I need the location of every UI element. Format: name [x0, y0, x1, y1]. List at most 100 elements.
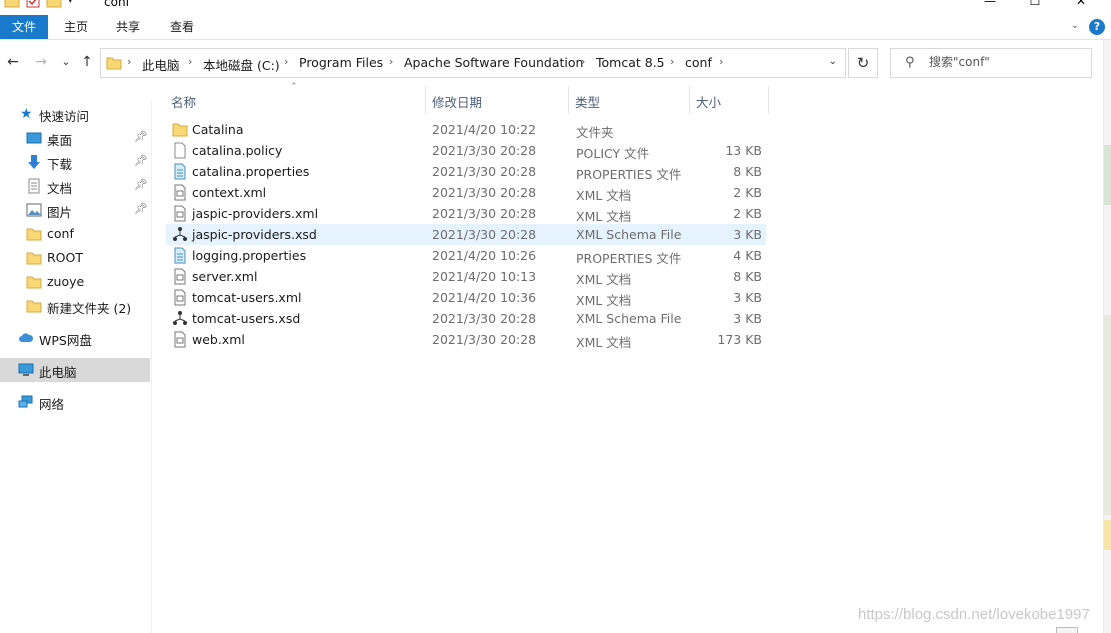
refresh-button[interactable]: ↻ — [848, 48, 878, 78]
address-bar[interactable]: › 此电脑 › 本地磁盘 (C:) › Program Files › Apac… — [100, 48, 846, 78]
file-row[interactable]: jaspic-providers.xsd 2021/3/30 20:28 XML… — [166, 224, 766, 245]
schema-icon — [173, 227, 187, 241]
tab-share[interactable]: 共享 — [104, 15, 152, 39]
forward-arrow-icon[interactable]: → — [32, 52, 50, 72]
file-row[interactable]: jaspic-providers.xml 2021/3/30 20:28 XML… — [166, 203, 766, 224]
folder-icon — [26, 276, 42, 289]
pin-icon[interactable]: 📌︎ — [134, 178, 148, 191]
breadcrumb-separator-icon[interactable]: › — [389, 55, 393, 68]
tab-file[interactable]: 文件 — [0, 15, 48, 39]
breadcrumb-program-files[interactable]: Program Files — [299, 55, 383, 70]
file-date: 2021/3/30 20:28 — [432, 143, 537, 158]
breadcrumb-separator-icon[interactable]: › — [719, 55, 723, 68]
sidebar-item-quick-access[interactable]: ★ 快速访问 — [0, 102, 150, 126]
tab-home[interactable]: 主页 — [52, 15, 100, 39]
breadcrumb-conf[interactable]: conf — [685, 55, 712, 70]
breadcrumb-separator-icon[interactable]: › — [188, 55, 192, 68]
sidebar-item-this-pc[interactable]: 此电脑 — [0, 358, 150, 382]
file-date: 2021/3/30 20:28 — [432, 206, 537, 221]
sidebar-item-wps-cloud[interactable]: WPS网盘 — [0, 326, 150, 350]
file-name: jaspic-providers.xml — [192, 206, 319, 221]
file-row[interactable]: catalina.properties 2021/3/30 20:28 PROP… — [166, 161, 766, 182]
file-size: 4 KB — [733, 248, 762, 263]
file-size: 2 KB — [733, 206, 762, 221]
file-name: tomcat-users.xml — [192, 290, 302, 305]
folder-icon[interactable] — [4, 0, 20, 8]
file-type: PROPERTIES 文件 — [576, 167, 682, 182]
desktop-icon — [26, 132, 42, 144]
sidebar-item-documents[interactable]: 文档 📌︎ — [0, 174, 150, 198]
search-input[interactable] — [929, 55, 1079, 69]
pin-icon[interactable]: 📌︎ — [134, 130, 148, 143]
customize-toolbar-icon[interactable]: ▾ — [68, 0, 73, 6]
close-button[interactable]: ✕ — [1058, 0, 1104, 14]
new-folder-icon[interactable] — [46, 0, 62, 8]
minimize-button[interactable]: — — [967, 0, 1013, 14]
breadcrumb-separator-icon[interactable]: › — [127, 55, 131, 68]
sidebar-item-label: 新建文件夹 (2) — [47, 301, 132, 316]
view-toggle-button[interactable] — [1056, 627, 1078, 633]
column-header-name[interactable]: 名称 — [166, 86, 426, 114]
folder-icon — [106, 57, 122, 70]
maximize-button[interactable]: ☐ — [1012, 0, 1058, 14]
sidebar-item-label: 下载 — [47, 157, 73, 172]
column-header-type[interactable]: 类型 — [569, 86, 689, 114]
pin-icon[interactable]: 📌︎ — [134, 202, 148, 215]
file-name: catalina.policy — [192, 143, 283, 158]
file-size: 3 KB — [733, 290, 762, 305]
sidebar-item-conf[interactable]: conf — [0, 222, 150, 246]
sidebar-item-label: 图片 — [47, 205, 73, 220]
search-box[interactable]: ⚲ — [890, 48, 1092, 78]
file-row[interactable]: logging.properties 2021/4/20 10:26 PROPE… — [166, 245, 766, 266]
file-row[interactable]: web.xml 2021/3/30 20:28 XML 文档 173 KB — [166, 329, 766, 350]
breadcrumb-apache[interactable]: Apache Software Foundation — [404, 55, 583, 70]
breadcrumb-tomcat[interactable]: Tomcat 8.5 — [596, 55, 665, 70]
file-row[interactable]: context.xml 2021/3/30 20:28 XML 文档 2 KB — [166, 182, 766, 203]
sidebar-item-label: 快速访问 — [39, 109, 90, 124]
tab-view[interactable]: 查看 — [158, 15, 206, 39]
sidebar-item-network[interactable]: 网络 — [0, 390, 150, 414]
sidebar-item-pictures[interactable]: 图片 📌︎ — [0, 198, 150, 222]
back-arrow-icon[interactable]: ← — [4, 52, 22, 72]
breadcrumb-separator-icon[interactable]: › — [581, 55, 585, 68]
file-date: 2021/4/20 10:36 — [432, 290, 537, 305]
column-divider[interactable] — [768, 86, 769, 114]
sidebar-item-new-folder-2[interactable]: 新建文件夹 (2) — [0, 294, 150, 318]
sidebar-item-desktop[interactable]: 桌面 📌︎ — [0, 126, 150, 150]
navigation-pane: ★ 快速访问 桌面 📌︎ 下载 📌︎ 文档 📌︎ 图片 📌︎ conf ROOT… — [0, 100, 152, 633]
sidebar-item-label: 桌面 — [47, 133, 73, 148]
file-date: 2021/3/30 20:28 — [432, 311, 537, 326]
computer-icon — [18, 363, 34, 376]
column-header-date[interactable]: 修改日期 — [426, 86, 568, 114]
file-type: PROPERTIES 文件 — [576, 251, 682, 266]
xml-icon — [174, 184, 186, 201]
sidebar-item-label: zuoye — [47, 274, 85, 289]
column-header-size[interactable]: 大小 — [690, 86, 768, 114]
window-title: conf — [104, 0, 130, 9]
up-arrow-icon[interactable]: ↑ — [78, 52, 96, 72]
file-row[interactable]: server.xml 2021/4/20 10:13 XML 文档 8 KB — [166, 266, 766, 287]
file-name: catalina.properties — [192, 164, 310, 179]
sidebar-item-downloads[interactable]: 下载 📌︎ — [0, 150, 150, 174]
breadcrumb-separator-icon[interactable]: › — [670, 55, 674, 68]
sidebar-item-label: 网络 — [39, 397, 65, 412]
sidebar-item-root[interactable]: ROOT — [0, 246, 150, 270]
chevron-down-icon[interactable]: ⌄ — [829, 56, 837, 67]
file-row[interactable]: tomcat-users.xsd 2021/3/30 20:28 XML Sch… — [166, 308, 766, 329]
breadcrumb-local-disk[interactable]: 本地磁盘 (C:) — [203, 55, 280, 74]
recent-locations-icon[interactable]: ⌄ — [57, 52, 75, 72]
file-size: 3 KB — [733, 227, 762, 242]
breadcrumb-separator-icon[interactable]: › — [284, 55, 288, 68]
file-row[interactable]: tomcat-users.xml 2021/4/20 10:36 XML 文档 … — [166, 287, 766, 308]
file-date: 2021/3/30 20:28 — [432, 332, 537, 347]
breadcrumb-this-pc[interactable]: 此电脑 — [142, 55, 180, 74]
pin-icon[interactable]: 📌︎ — [134, 154, 148, 167]
properties-checkbox-icon[interactable] — [26, 0, 40, 8]
file-name: context.xml — [192, 185, 267, 200]
chevron-down-icon[interactable]: ⌄ — [1071, 20, 1079, 31]
file-row[interactable]: catalina.policy 2021/3/30 20:28 POLICY 文… — [166, 140, 766, 161]
help-icon[interactable]: ? — [1089, 19, 1105, 35]
document-icon — [28, 178, 40, 194]
sidebar-item-zuoye[interactable]: zuoye — [0, 270, 150, 294]
file-row[interactable]: Catalina 2021/4/20 10:22 文件夹 — [166, 119, 766, 140]
